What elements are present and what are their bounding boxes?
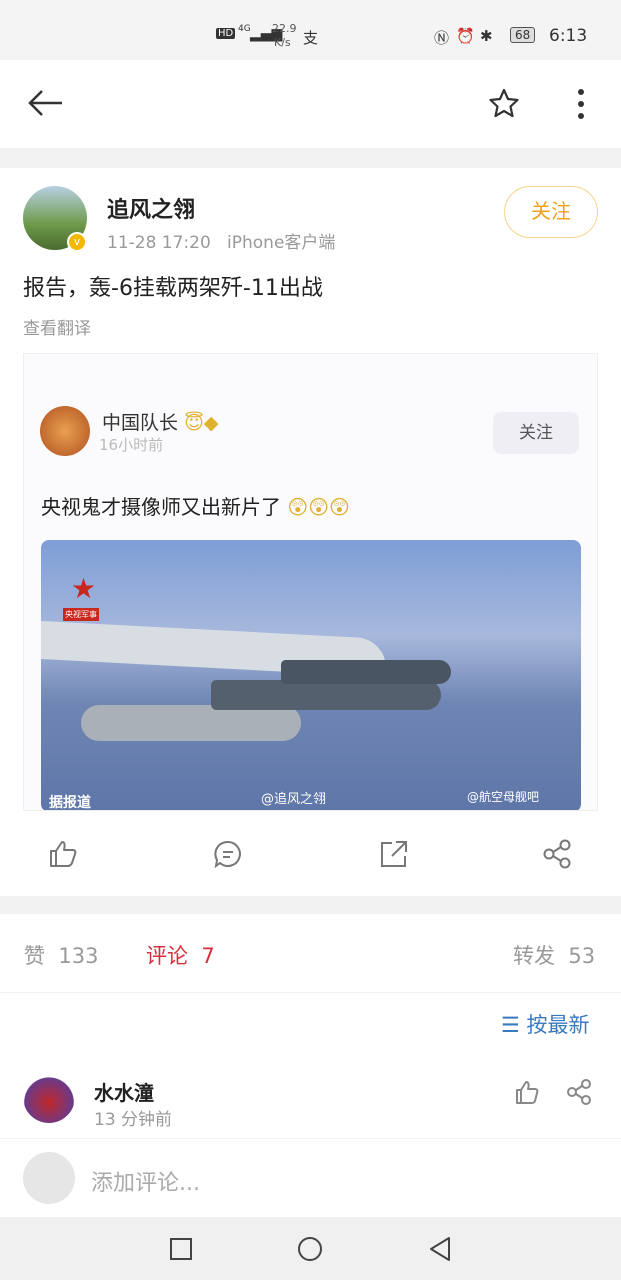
star-icon[interactable] (488, 87, 520, 119)
clock: 6:13 (549, 26, 588, 46)
top-nav (0, 60, 621, 148)
comment-icon[interactable] (213, 839, 243, 869)
likes-tab[interactable]: 赞 133 (24, 940, 98, 970)
embedded-author-name: 中国队长 (102, 412, 179, 434)
jets-photo: ★ 央视军事 据报道 @追风之翎 @航空母舰吧 (41, 540, 581, 811)
back-nav-icon[interactable] (427, 1236, 453, 1262)
jet (211, 680, 441, 710)
post-time: 11-28 17:20 iPhone客户端 (107, 228, 335, 253)
watermark: @航空母舰吧 (467, 790, 540, 804)
post-image[interactable]: 中国队长 😇◆ 16小时前 关注 央视鬼才摄像师又出新片了 😲😲😲 ★ 央视军事… (23, 353, 598, 811)
hd-icon: HD (216, 28, 236, 39)
post-card: v 追风之翎 11-28 17:20 iPhone客户端 关注 报告，轰-6挂载… (0, 168, 621, 896)
comment-like-icon[interactable] (514, 1079, 540, 1105)
comments-tab[interactable]: 评论 7 (146, 940, 215, 970)
emoji-icon: 😲😲😲 (287, 495, 350, 519)
comments-count: 7 (201, 944, 215, 968)
home-icon[interactable] (297, 1236, 323, 1262)
comment-time: 13 分钟前 (94, 1110, 173, 1130)
watermark: @追风之翎 (261, 792, 327, 807)
likes-label: 赞 (24, 944, 45, 968)
cctv-star-icon: ★ (71, 572, 97, 605)
stats-bar: 赞 133 评论 7 转发 53 (0, 914, 621, 992)
bluetooth-icon: ✱ (480, 27, 493, 45)
battery-icon: 68 (510, 27, 536, 43)
signal-icon: 4G (238, 24, 251, 34)
like-icon[interactable] (48, 839, 78, 869)
missile (81, 705, 301, 741)
embedded-text: 央视鬼才摄像师又出新片了 😲😲😲 (41, 491, 350, 520)
embedded-avatar (40, 406, 90, 456)
system-nav-bar (0, 1217, 621, 1280)
embedded-author: 中国队长 😇◆ (102, 408, 218, 435)
recents-icon[interactable] (169, 1237, 193, 1261)
author-name[interactable]: 追风之翎 (107, 192, 195, 224)
jet (281, 660, 451, 684)
alipay-icon: 支 (303, 29, 319, 47)
likes-count: 133 (58, 944, 99, 968)
speed-value: 22.9 (272, 22, 297, 35)
comment-author[interactable]: 水水潼 (94, 1077, 154, 1106)
alarm-icon: ⏰ (456, 27, 475, 45)
repost-icon[interactable] (378, 839, 408, 869)
add-comment-input[interactable]: 添加评论... (91, 1165, 200, 1197)
status-bar: HD 4G ▂▄▆ 22.9 K/s 支 Ⓝ ⏰ ✱ 68 6:13 (0, 0, 621, 60)
speed-unit: K/s (274, 36, 291, 49)
reposts-count: 53 (568, 944, 596, 968)
user-avatar-placeholder-icon (23, 1152, 75, 1204)
comments-label: 评论 (146, 944, 188, 968)
post-source: iPhone客户端 (227, 233, 336, 253)
share-icon[interactable] (542, 839, 572, 869)
follow-button[interactable]: 关注 (504, 186, 598, 238)
cctv-logo-text: 央视军事 (63, 608, 99, 621)
nfc-icon: Ⓝ (434, 29, 450, 47)
comment-share-icon[interactable] (566, 1079, 592, 1105)
embedded-text-content: 央视鬼才摄像师又出新片了 (41, 495, 281, 519)
post-text: 报告，轰-6挂载两架歼-11出战 (23, 276, 323, 301)
reposts-label: 转发 (513, 944, 555, 968)
more-vertical-icon[interactable] (576, 88, 586, 122)
translate-link[interactable]: 查看翻译 (23, 314, 91, 339)
comments-section: ☰ 按最新 水水潼 13 分钟前 (0, 993, 621, 1138)
add-comment-bar: 添加评论... (0, 1139, 621, 1217)
post-timestamp: 11-28 17:20 (107, 233, 211, 253)
sort-button[interactable]: ☰ 按最新 (501, 1009, 590, 1039)
embedded-follow: 关注 (493, 412, 579, 454)
verified-badge-icon: v (67, 232, 87, 252)
emoji-icon: 😇◆ (184, 412, 219, 434)
image-caption: 据报道 (49, 795, 91, 811)
embedded-time: 16小时前 (99, 436, 164, 454)
comment-avatar[interactable] (23, 1071, 75, 1123)
sort-label: 按最新 (526, 1013, 590, 1037)
arrow-left-icon[interactable] (26, 88, 64, 118)
reposts-tab[interactable]: 转发 53 (513, 940, 595, 970)
sort-icon: ☰ (501, 1013, 520, 1037)
